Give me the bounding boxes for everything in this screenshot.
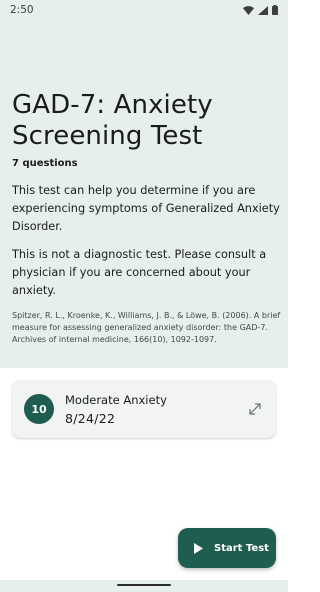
result-date: 8/24/22 xyxy=(65,411,116,426)
play-icon xyxy=(194,542,203,554)
signal-icon xyxy=(258,5,268,15)
battery-icon xyxy=(272,5,278,15)
gesture-handle[interactable] xyxy=(117,584,171,586)
question-count: 7 questions xyxy=(12,158,78,169)
start-test-label: Start Test xyxy=(214,542,269,554)
status-icons xyxy=(243,5,278,15)
status-bar: 2:50 xyxy=(0,0,288,20)
test-description: This test can help you determine if you … xyxy=(12,184,280,233)
score-badge: 10 xyxy=(24,394,54,424)
navigation-bar xyxy=(0,580,288,592)
result-label: Moderate Anxiety xyxy=(65,393,167,407)
expand-icon[interactable] xyxy=(246,400,264,418)
wifi-icon xyxy=(243,5,254,15)
status-time: 2:50 xyxy=(10,4,34,16)
previous-result-card[interactable]: 10 Moderate Anxiety 8/24/22 xyxy=(12,380,276,438)
page-title: GAD-7: Anxiety Screening Test xyxy=(12,90,213,151)
disclaimer-text: This is not a diagnostic test. Please co… xyxy=(12,248,267,297)
start-test-button[interactable]: Start Test xyxy=(178,528,276,568)
citation-text: Spitzer, R. L., Kroenke, K., Williams, J… xyxy=(12,311,281,344)
